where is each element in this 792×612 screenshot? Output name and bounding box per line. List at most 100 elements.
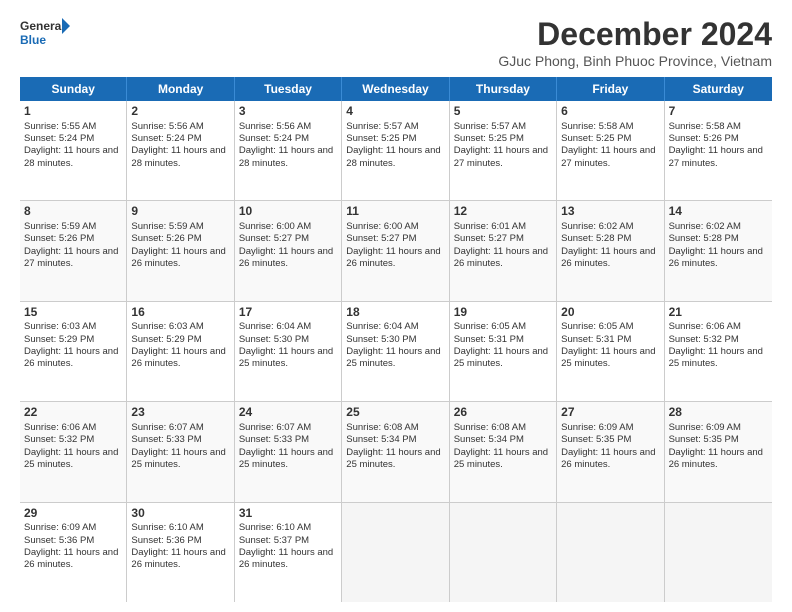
day-saturday: Saturday bbox=[665, 77, 772, 101]
sunset: Sunset: 5:33 PM bbox=[239, 434, 309, 445]
day-number: 27 bbox=[561, 405, 659, 421]
sunset: Sunset: 5:30 PM bbox=[239, 334, 309, 345]
week-row-4: 22Sunrise: 6:06 AMSunset: 5:32 PMDayligh… bbox=[20, 402, 772, 502]
sunrise: Sunrise: 6:04 AM bbox=[239, 321, 311, 332]
header: General Blue December 2024 GJuc Phong, B… bbox=[20, 16, 772, 69]
sunrise: Sunrise: 5:56 AM bbox=[239, 121, 311, 132]
daylight: Daylight: 11 hours and 26 minutes. bbox=[454, 246, 548, 269]
daylight: Daylight: 11 hours and 26 minutes. bbox=[24, 547, 118, 570]
sunrise: Sunrise: 5:57 AM bbox=[454, 121, 526, 132]
day-number: 23 bbox=[131, 405, 229, 421]
daylight: Daylight: 11 hours and 27 minutes. bbox=[24, 246, 118, 269]
sunset: Sunset: 5:29 PM bbox=[131, 334, 201, 345]
day-number: 19 bbox=[454, 305, 552, 321]
sunrise: Sunrise: 6:03 AM bbox=[24, 321, 96, 332]
day-monday: Monday bbox=[127, 77, 234, 101]
table-row bbox=[450, 503, 557, 602]
sunrise: Sunrise: 6:09 AM bbox=[24, 522, 96, 533]
day-number: 29 bbox=[24, 506, 122, 522]
daylight: Daylight: 11 hours and 25 minutes. bbox=[454, 447, 548, 470]
sunset: Sunset: 5:26 PM bbox=[131, 233, 201, 244]
sunset: Sunset: 5:30 PM bbox=[346, 334, 416, 345]
table-row: 10Sunrise: 6:00 AMSunset: 5:27 PMDayligh… bbox=[235, 201, 342, 300]
day-number: 28 bbox=[669, 405, 768, 421]
table-row: 19Sunrise: 6:05 AMSunset: 5:31 PMDayligh… bbox=[450, 302, 557, 401]
daylight: Daylight: 11 hours and 28 minutes. bbox=[239, 145, 333, 168]
sunrise: Sunrise: 6:02 AM bbox=[669, 221, 741, 232]
sunrise: Sunrise: 6:06 AM bbox=[669, 321, 741, 332]
sunrise: Sunrise: 6:08 AM bbox=[454, 422, 526, 433]
daylight: Daylight: 11 hours and 27 minutes. bbox=[454, 145, 548, 168]
sunrise: Sunrise: 5:58 AM bbox=[669, 121, 741, 132]
daylight: Daylight: 11 hours and 27 minutes. bbox=[669, 145, 763, 168]
sunrise: Sunrise: 6:01 AM bbox=[454, 221, 526, 232]
table-row: 14Sunrise: 6:02 AMSunset: 5:28 PMDayligh… bbox=[665, 201, 772, 300]
daylight: Daylight: 11 hours and 26 minutes. bbox=[239, 547, 333, 570]
day-number: 15 bbox=[24, 305, 122, 321]
table-row: 24Sunrise: 6:07 AMSunset: 5:33 PMDayligh… bbox=[235, 402, 342, 501]
day-number: 21 bbox=[669, 305, 768, 321]
table-row: 17Sunrise: 6:04 AMSunset: 5:30 PMDayligh… bbox=[235, 302, 342, 401]
day-wednesday: Wednesday bbox=[342, 77, 449, 101]
sunrise: Sunrise: 5:59 AM bbox=[131, 221, 203, 232]
day-number: 18 bbox=[346, 305, 444, 321]
sunrise: Sunrise: 6:05 AM bbox=[454, 321, 526, 332]
table-row: 4Sunrise: 5:57 AMSunset: 5:25 PMDaylight… bbox=[342, 101, 449, 200]
daylight: Daylight: 11 hours and 28 minutes. bbox=[24, 145, 118, 168]
sunset: Sunset: 5:25 PM bbox=[346, 133, 416, 144]
day-number: 25 bbox=[346, 405, 444, 421]
table-row: 29Sunrise: 6:09 AMSunset: 5:36 PMDayligh… bbox=[20, 503, 127, 602]
sunrise: Sunrise: 6:10 AM bbox=[239, 522, 311, 533]
table-row: 28Sunrise: 6:09 AMSunset: 5:35 PMDayligh… bbox=[665, 402, 772, 501]
svg-text:Blue: Blue bbox=[20, 33, 46, 47]
day-thursday: Thursday bbox=[450, 77, 557, 101]
sunrise: Sunrise: 6:02 AM bbox=[561, 221, 633, 232]
sunset: Sunset: 5:27 PM bbox=[346, 233, 416, 244]
daylight: Daylight: 11 hours and 26 minutes. bbox=[239, 246, 333, 269]
daylight: Daylight: 11 hours and 28 minutes. bbox=[131, 145, 225, 168]
sunrise: Sunrise: 6:06 AM bbox=[24, 422, 96, 433]
sunset: Sunset: 5:28 PM bbox=[669, 233, 739, 244]
page: General Blue December 2024 GJuc Phong, B… bbox=[0, 0, 792, 612]
table-row: 22Sunrise: 6:06 AMSunset: 5:32 PMDayligh… bbox=[20, 402, 127, 501]
day-number: 10 bbox=[239, 204, 337, 220]
daylight: Daylight: 11 hours and 25 minutes. bbox=[346, 346, 440, 369]
sunset: Sunset: 5:26 PM bbox=[669, 133, 739, 144]
day-number: 2 bbox=[131, 104, 229, 120]
daylight: Daylight: 11 hours and 26 minutes. bbox=[669, 447, 763, 470]
day-number: 4 bbox=[346, 104, 444, 120]
calendar-header: Sunday Monday Tuesday Wednesday Thursday… bbox=[20, 77, 772, 101]
table-row bbox=[665, 503, 772, 602]
day-number: 13 bbox=[561, 204, 659, 220]
table-row: 26Sunrise: 6:08 AMSunset: 5:34 PMDayligh… bbox=[450, 402, 557, 501]
table-row bbox=[557, 503, 664, 602]
day-friday: Friday bbox=[557, 77, 664, 101]
table-row: 3Sunrise: 5:56 AMSunset: 5:24 PMDaylight… bbox=[235, 101, 342, 200]
location: GJuc Phong, Binh Phuoc Province, Vietnam bbox=[498, 53, 772, 69]
sunset: Sunset: 5:26 PM bbox=[24, 233, 94, 244]
sunset: Sunset: 5:32 PM bbox=[24, 434, 94, 445]
table-row: 16Sunrise: 6:03 AMSunset: 5:29 PMDayligh… bbox=[127, 302, 234, 401]
daylight: Daylight: 11 hours and 26 minutes. bbox=[131, 547, 225, 570]
daylight: Daylight: 11 hours and 26 minutes. bbox=[346, 246, 440, 269]
day-number: 6 bbox=[561, 104, 659, 120]
svg-text:General: General bbox=[20, 19, 65, 33]
sunset: Sunset: 5:24 PM bbox=[239, 133, 309, 144]
table-row: 11Sunrise: 6:00 AMSunset: 5:27 PMDayligh… bbox=[342, 201, 449, 300]
table-row: 8Sunrise: 5:59 AMSunset: 5:26 PMDaylight… bbox=[20, 201, 127, 300]
day-number: 12 bbox=[454, 204, 552, 220]
sunrise: Sunrise: 5:58 AM bbox=[561, 121, 633, 132]
table-row: 23Sunrise: 6:07 AMSunset: 5:33 PMDayligh… bbox=[127, 402, 234, 501]
day-number: 5 bbox=[454, 104, 552, 120]
sunset: Sunset: 5:34 PM bbox=[454, 434, 524, 445]
sunset: Sunset: 5:31 PM bbox=[454, 334, 524, 345]
table-row: 12Sunrise: 6:01 AMSunset: 5:27 PMDayligh… bbox=[450, 201, 557, 300]
table-row: 18Sunrise: 6:04 AMSunset: 5:30 PMDayligh… bbox=[342, 302, 449, 401]
day-number: 9 bbox=[131, 204, 229, 220]
calendar: Sunday Monday Tuesday Wednesday Thursday… bbox=[20, 77, 772, 602]
day-number: 14 bbox=[669, 204, 768, 220]
sunrise: Sunrise: 6:09 AM bbox=[669, 422, 741, 433]
table-row: 27Sunrise: 6:09 AMSunset: 5:35 PMDayligh… bbox=[557, 402, 664, 501]
sunrise: Sunrise: 6:03 AM bbox=[131, 321, 203, 332]
table-row: 20Sunrise: 6:05 AMSunset: 5:31 PMDayligh… bbox=[557, 302, 664, 401]
